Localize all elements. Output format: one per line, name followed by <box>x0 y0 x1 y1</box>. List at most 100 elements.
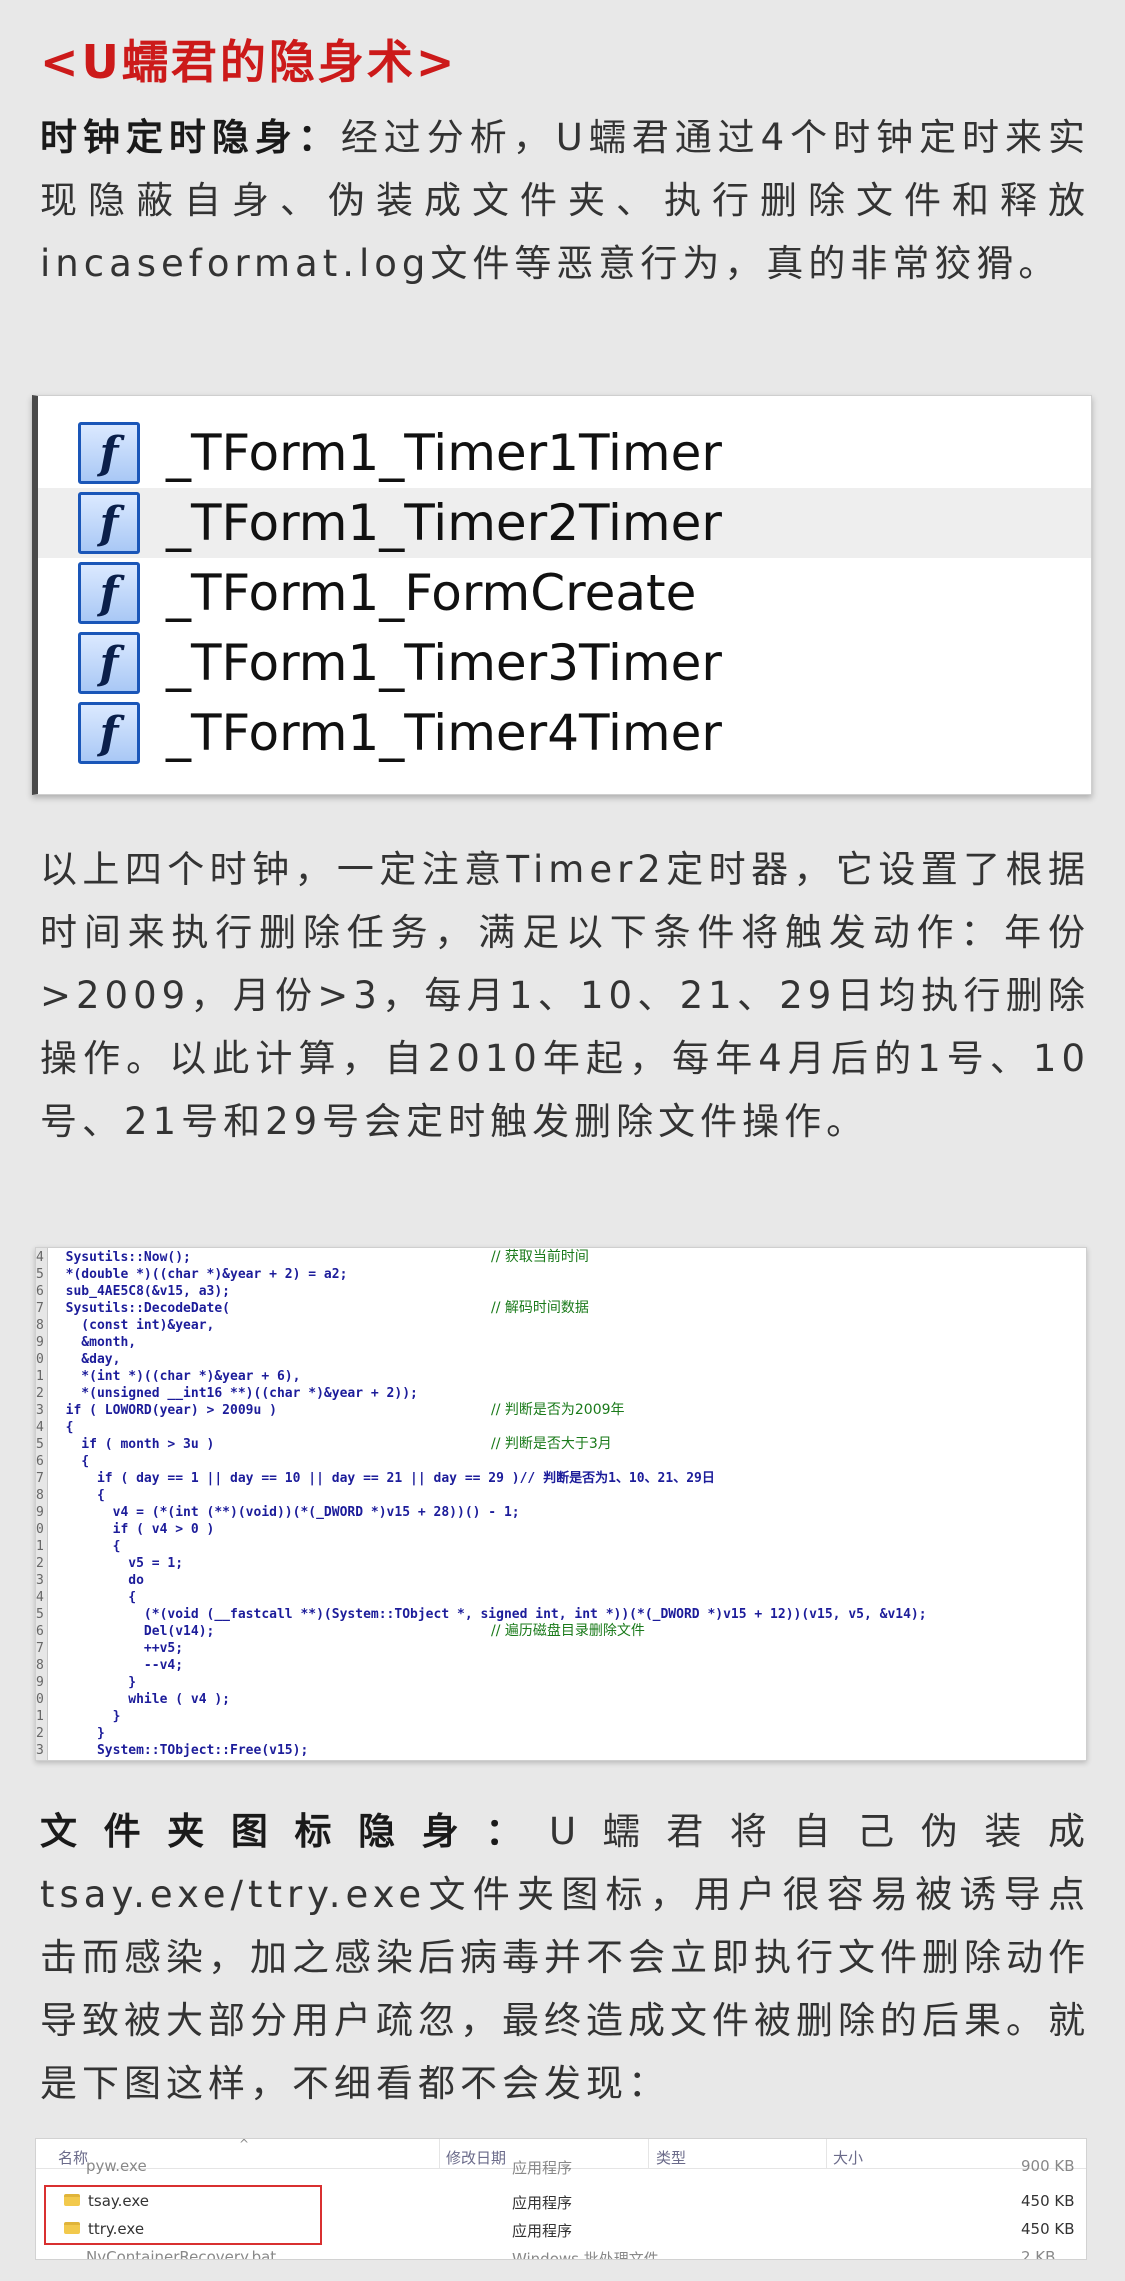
code-text: *(int *)((char *)&year + 6), <box>50 1369 301 1384</box>
file-row-partial[interactable]: pyw.exe 应用程序 900 KB <box>36 2157 1086 2187</box>
file-name: pyw.exe <box>86 2157 147 2175</box>
paragraph-text: U蠕君将自己伪装成tsay.exe/ttry.exe文件夹图标，用户很容易被诱导… <box>40 1810 1090 2105</box>
code-line: 4 { <box>36 1589 136 1606</box>
code-line: 4 { <box>36 1419 73 1436</box>
code-text: (const int)&year, <box>50 1318 215 1333</box>
function-f-icon: f <box>78 562 140 624</box>
code-line: 6 { <box>36 1453 89 1470</box>
function-name: _TForm1_Timer4Timer <box>166 704 722 762</box>
code-comment: // 判断是否大于3月 <box>491 1436 612 1452</box>
function-list-item[interactable]: f _TForm1_FormCreate <box>38 558 1091 628</box>
line-number: 4 <box>36 1250 44 1265</box>
code-screenshot: 4 Sysutils::Now(); // 获取当前时间5 *(double *)… <box>35 1247 1087 1761</box>
code-text: &day, <box>50 1352 121 1367</box>
paragraph-folder-icon-stealth: 文件夹图标隐身：U蠕君将自己伪装成tsay.exe/ttry.exe文件夹图标，… <box>40 1800 1090 2115</box>
line-number: 5 <box>36 1267 44 1282</box>
code-text: if ( month > 3u ) <box>50 1437 215 1452</box>
function-list-item[interactable]: f _TForm1_Timer4Timer <box>38 698 1091 768</box>
line-number: 0 <box>36 1692 44 1707</box>
line-number: 6 <box>36 1454 44 1469</box>
line-number: 2 <box>36 1556 44 1571</box>
code-text: Del(v14); <box>50 1624 215 1639</box>
section-title: <U蠕君的隐身术> <box>40 35 458 89</box>
line-number: 7 <box>36 1471 44 1486</box>
line-number: 1 <box>36 1539 44 1554</box>
code-text: &month, <box>50 1335 137 1350</box>
file-row-partial[interactable]: NvContainerRecovery.bat Windows 批处理文件 2 … <box>36 2243 1086 2260</box>
file-type: 应用程序 <box>512 2194 573 2212</box>
code-text: if ( LOWORD(year) > 2009u ) <box>50 1403 277 1418</box>
function-list-item[interactable]: f _TForm1_Timer2Timer <box>38 488 1091 558</box>
line-number: 0 <box>36 1352 44 1367</box>
line-number: 9 <box>36 1675 44 1690</box>
code-line: 0 &day, <box>36 1351 120 1368</box>
code-text: v4 = (*(int (**)(void))(*(_DWORD *)v15 +… <box>50 1505 520 1520</box>
line-number: 1 <box>36 1369 44 1384</box>
code-text: *(unsigned __int16 **)((char *)&year + 2… <box>50 1386 418 1401</box>
code-line: 9 } <box>36 1674 136 1691</box>
code-text: { <box>50 1420 74 1435</box>
code-line: 5 *(double *)((char *)&year + 2) = a2; <box>36 1266 347 1283</box>
code-line: 6 sub_4AE5C8(&v15, a3); <box>36 1283 230 1300</box>
line-number: 3 <box>36 1743 44 1758</box>
code-line: 2 } <box>36 1725 105 1742</box>
file-size: 2 KB <box>1021 2248 1056 2260</box>
code-line: 5 (*(void (__fastcall **)(System::TObjec… <box>36 1606 927 1623</box>
code-text: System::TObject::Free(v15); <box>50 1743 309 1758</box>
file-explorer-image: 名称 ^ 修改日期 类型 大小 pyw.exe 应用程序 900 KB tsay… <box>35 2138 1087 2260</box>
function-name: _TForm1_Timer3Timer <box>166 634 722 692</box>
line-number: 9 <box>36 1335 44 1350</box>
file-name: NvContainerRecovery.bat <box>86 2248 277 2260</box>
function-list-image: f _TForm1_Timer1Timer f _TForm1_Timer2Timer… <box>32 395 1092 795</box>
code-line: 0 while ( v4 ); <box>36 1691 230 1708</box>
line-number: 3 <box>36 1573 44 1588</box>
code-line: 0 if ( v4 > 0 ) <box>36 1521 214 1538</box>
code-line: 1 { <box>36 1538 120 1555</box>
code-line: 9 &month, <box>36 1334 136 1351</box>
function-list-item[interactable]: f _TForm1_Timer3Timer <box>38 628 1091 698</box>
line-number: 8 <box>36 1488 44 1503</box>
file-size: 450 KB <box>1021 2192 1075 2210</box>
code-line: 3 if ( LOWORD(year) > 2009u ) <box>36 1402 277 1419</box>
code-text: Sysutils::DecodeDate( <box>50 1301 231 1316</box>
line-number: 9 <box>36 1505 44 1520</box>
code-comment: // 解码时间数据 <box>491 1300 589 1316</box>
function-f-icon: f <box>78 632 140 694</box>
code-line: 7 if ( day == 1 || day == 10 || day == 2… <box>36 1470 715 1487</box>
paragraph-timer2: 以上四个时钟，一定注意Timer2定时器，它设置了根据时间来执行删除任务，满足以… <box>40 848 1090 1143</box>
code-line: 1 *(int *)((char *)&year + 6), <box>36 1368 300 1385</box>
line-number: 6 <box>36 1624 44 1639</box>
function-list-item[interactable]: f _TForm1_Timer1Timer <box>38 418 1091 488</box>
code-comment: // 遍历磁盘目录删除文件 <box>491 1623 645 1639</box>
code-text: while ( v4 ); <box>50 1692 231 1707</box>
code-line: 5 if ( month > 3u ) <box>36 1436 214 1453</box>
code-line: 6 Del(v14); <box>36 1623 214 1640</box>
code-comment: // 获取当前时间 <box>491 1249 589 1265</box>
code-line: 4 Sysutils::Now(); <box>36 1249 191 1266</box>
file-size: 900 KB <box>1021 2157 1075 2175</box>
line-number: 2 <box>36 1386 44 1401</box>
paragraph-lead: 文件夹图标隐身： <box>40 1810 549 1853</box>
code-text: Sysutils::Now(); <box>50 1250 191 1265</box>
file-type: 应用程序 <box>512 2222 573 2240</box>
code-line: 7 Sysutils::DecodeDate( <box>36 1300 230 1317</box>
function-name: _TForm1_FormCreate <box>166 564 697 622</box>
file-size: 450 KB <box>1021 2220 1075 2238</box>
code-line: 8 --v4; <box>36 1657 183 1674</box>
file-type: Windows 批处理文件 <box>512 2250 659 2260</box>
code-text: if ( v4 > 0 ) <box>50 1522 215 1537</box>
code-text: *(double *)((char *)&year + 2) = a2; <box>50 1267 348 1282</box>
line-number: 7 <box>36 1641 44 1656</box>
code-text: { <box>50 1488 105 1503</box>
highlight-frame <box>44 2185 322 2245</box>
line-number: 7 <box>36 1301 44 1316</box>
function-f-icon: f <box>78 492 140 554</box>
code-line: 1 } <box>36 1708 120 1725</box>
function-name: _TForm1_Timer2Timer <box>166 494 722 552</box>
code-text: v5 = 1; <box>50 1556 184 1571</box>
code-line: 2 v5 = 1; <box>36 1555 183 1572</box>
line-number: 4 <box>36 1420 44 1435</box>
code-text: { <box>50 1590 137 1605</box>
file-type: 应用程序 <box>512 2159 573 2177</box>
code-line: 8 (const int)&year, <box>36 1317 214 1334</box>
